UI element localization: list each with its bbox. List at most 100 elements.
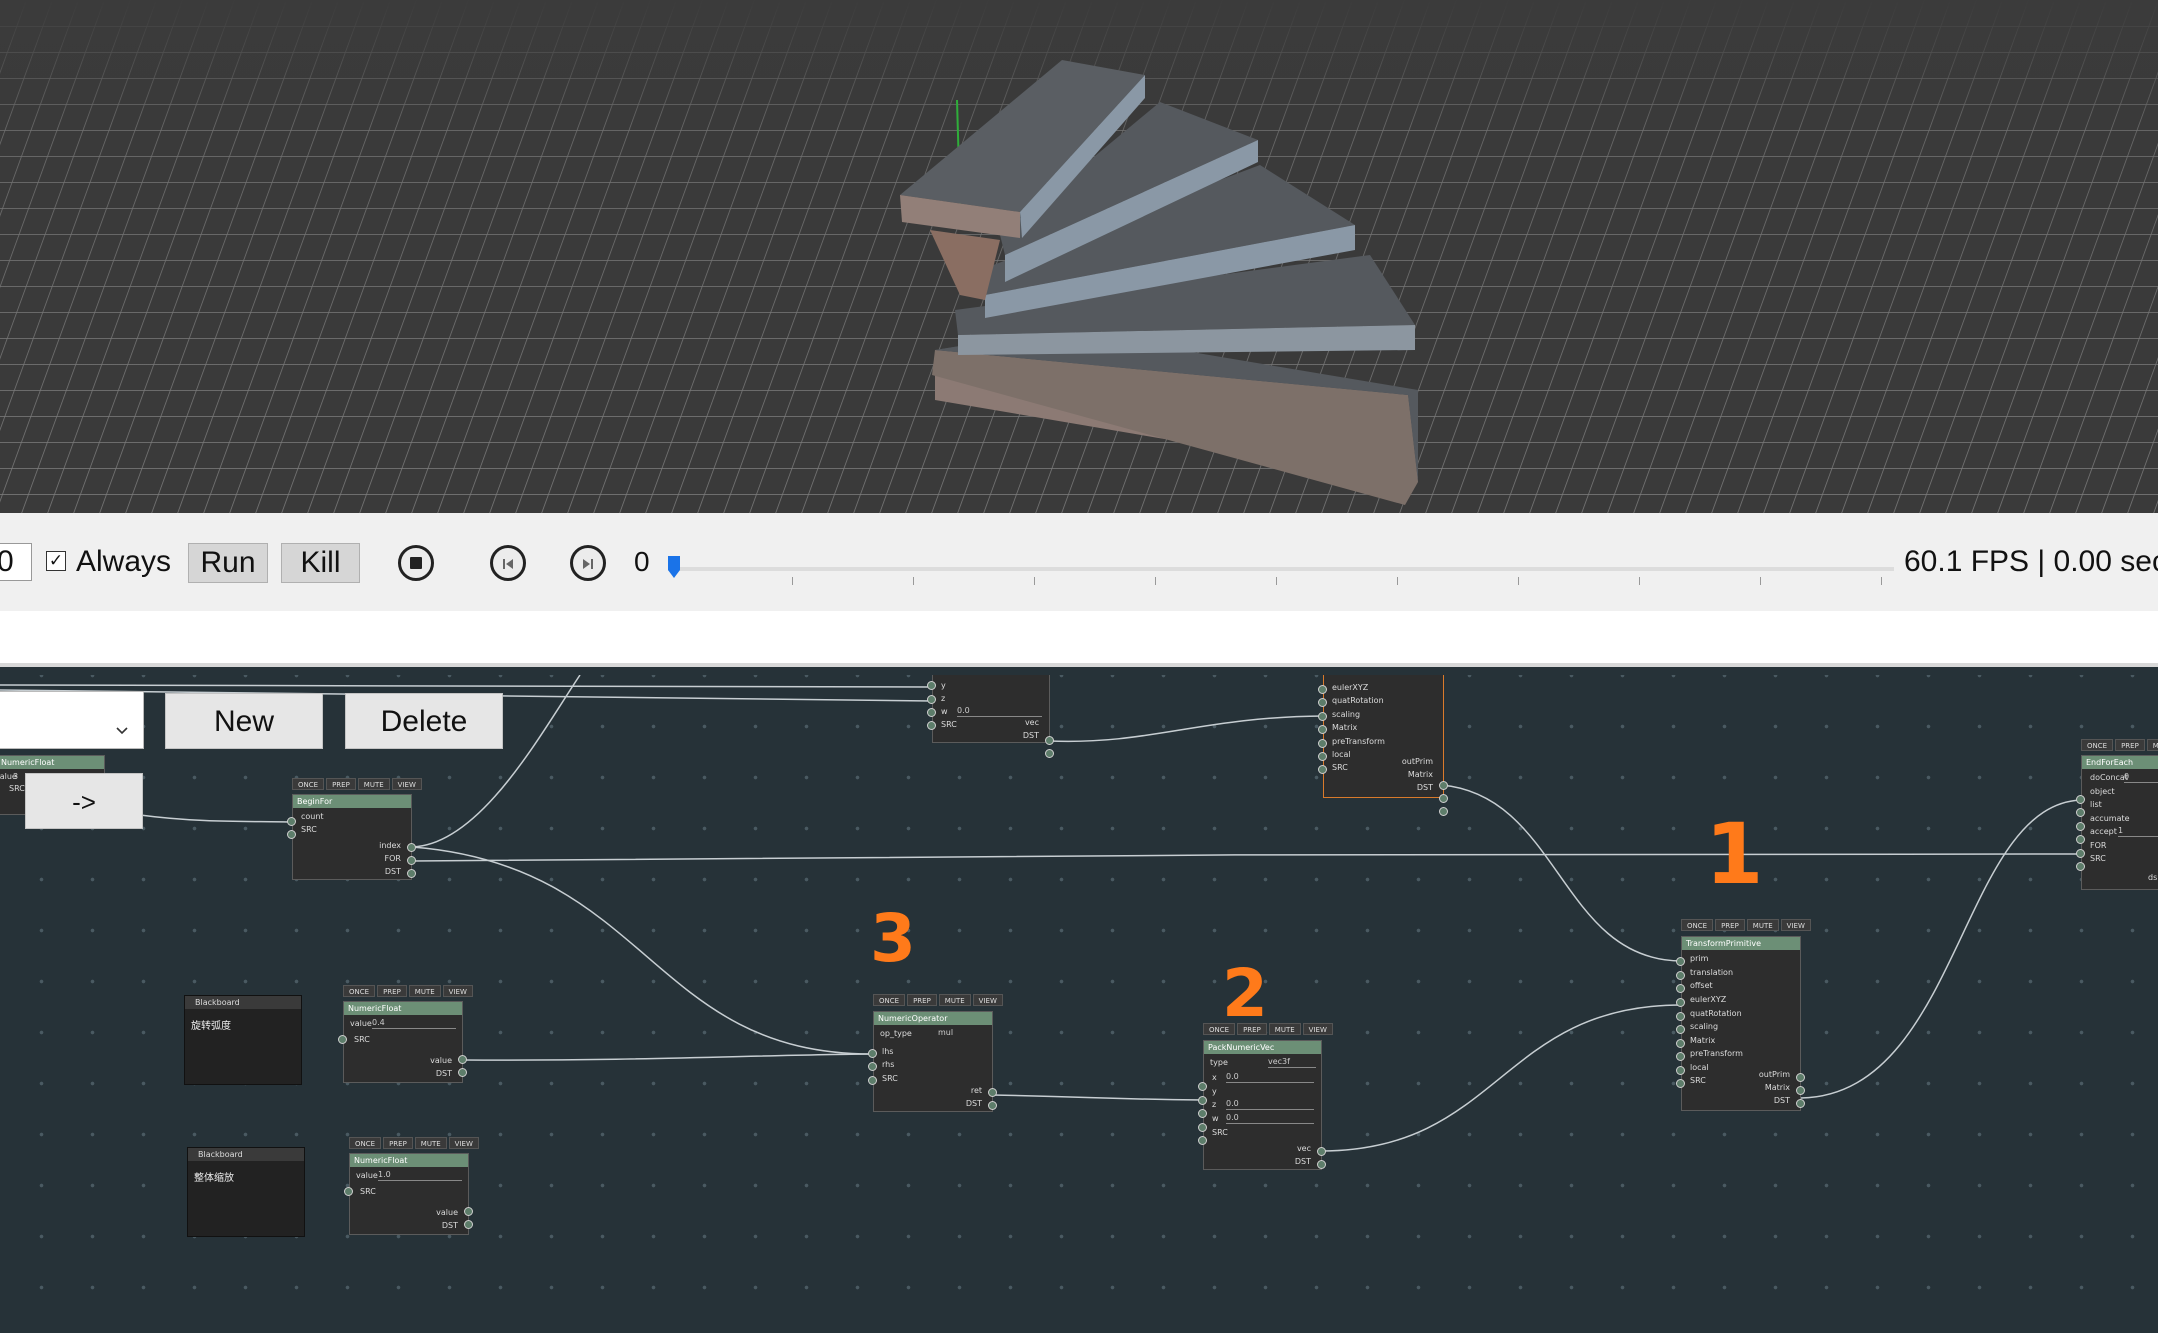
socket[interactable] <box>407 869 416 878</box>
op-type-select[interactable]: mul <box>938 1028 988 1038</box>
run-button[interactable]: Run <box>188 543 268 583</box>
socket[interactable] <box>927 681 936 690</box>
socket[interactable] <box>1796 1073 1805 1082</box>
socket[interactable] <box>1198 1109 1207 1118</box>
tab-once[interactable]: ONCE <box>349 1137 382 1149</box>
socket[interactable] <box>1676 1079 1685 1088</box>
socket[interactable] <box>1045 749 1054 758</box>
socket[interactable] <box>1676 1012 1685 1021</box>
node-numericoperator[interactable]: NumericOperator op_type mul lhs rhs SRC … <box>873 1011 993 1112</box>
field-w[interactable]: 0.0 <box>1226 1113 1314 1124</box>
socket[interactable] <box>1318 685 1327 694</box>
socket[interactable] <box>1676 1025 1685 1034</box>
socket[interactable] <box>927 708 936 717</box>
tab-prep[interactable]: PREP <box>326 778 356 790</box>
socket[interactable] <box>2076 849 2085 858</box>
socket[interactable] <box>458 1055 467 1064</box>
timeline-marker[interactable] <box>668 556 680 578</box>
socket[interactable] <box>1796 1086 1805 1095</box>
tab-mute[interactable]: MUTE <box>938 994 971 1006</box>
node-endforeach[interactable]: EndForEach doConcat 0 object list accuma… <box>2081 755 2158 890</box>
stop-button[interactable] <box>398 545 434 581</box>
socket[interactable] <box>1318 712 1327 721</box>
socket[interactable] <box>2076 862 2085 871</box>
socket[interactable] <box>2076 808 2085 817</box>
command-bar[interactable] <box>0 611 2158 667</box>
socket[interactable] <box>2076 822 2085 831</box>
tab-prep[interactable]: PREP <box>377 985 407 997</box>
tab-view[interactable]: VIEW <box>1302 1023 1333 1035</box>
socket[interactable] <box>1198 1123 1207 1132</box>
socket[interactable] <box>1318 765 1327 774</box>
socket[interactable] <box>1198 1136 1207 1145</box>
node-packnumericvec[interactable]: PackNumericVec type vec3f x 0.0 y z 0.0 … <box>1203 1040 1322 1170</box>
tab-once[interactable]: ONCE <box>873 994 906 1006</box>
timeline-slider[interactable] <box>668 553 1894 587</box>
socket[interactable] <box>1796 1099 1805 1108</box>
socket[interactable] <box>1676 1052 1685 1061</box>
new-graph-button[interactable]: New <box>165 693 323 749</box>
socket[interactable] <box>1676 957 1685 966</box>
tab-view[interactable]: VIEW <box>391 778 422 790</box>
node-packvec-top[interactable]: y z w 0.0 SRC vec DST <box>932 675 1050 743</box>
socket[interactable] <box>868 1076 877 1085</box>
tab-mute[interactable]: MUTE <box>1268 1023 1301 1035</box>
field-accept[interactable]: 1 <box>2118 826 2158 837</box>
socket[interactable] <box>988 1088 997 1097</box>
tab-view[interactable]: VIEW <box>1780 919 1811 931</box>
socket[interactable] <box>1317 1160 1326 1169</box>
socket[interactable] <box>1318 752 1327 761</box>
socket[interactable] <box>1198 1082 1207 1091</box>
socket[interactable] <box>464 1207 473 1216</box>
socket[interactable] <box>868 1062 877 1071</box>
type-select[interactable]: vec3f <box>1268 1057 1316 1068</box>
tab-prep[interactable]: PREP <box>907 994 937 1006</box>
tab-view[interactable]: VIEW <box>972 994 1003 1006</box>
socket[interactable] <box>1439 807 1448 816</box>
field-doconcat[interactable]: 0 <box>2124 772 2158 783</box>
socket[interactable] <box>1317 1147 1326 1156</box>
delete-graph-button[interactable]: Delete <box>345 693 503 749</box>
socket[interactable] <box>1198 1096 1207 1105</box>
socket[interactable] <box>458 1068 467 1077</box>
field-z[interactable]: 0.0 <box>1226 1099 1314 1110</box>
socket[interactable] <box>1676 971 1685 980</box>
next-frame-button[interactable] <box>570 545 606 581</box>
socket[interactable] <box>464 1220 473 1229</box>
field-value[interactable]: 0.4 <box>372 1018 456 1029</box>
blackboard-rotation[interactable]: Blackboard 旋转弧度 <box>184 995 302 1085</box>
node-graph-editor[interactable]: New Delete NumericFloat value 3 SRC -> O… <box>0 675 2158 1333</box>
kill-button[interactable]: Kill <box>281 543 360 583</box>
tab-mute[interactable]: MUTE <box>408 985 441 997</box>
tab-once[interactable]: ONCE <box>1681 919 1714 931</box>
socket[interactable] <box>2076 795 2085 804</box>
socket[interactable] <box>344 1187 353 1196</box>
socket[interactable] <box>1318 725 1327 734</box>
socket[interactable] <box>287 817 296 826</box>
tab-prep[interactable]: PREP <box>1715 919 1745 931</box>
socket[interactable] <box>287 830 296 839</box>
3d-viewport[interactable] <box>0 0 2158 513</box>
tab-mute[interactable]: MUTE <box>414 1137 447 1149</box>
tab-mute[interactable]: MUTE <box>357 778 390 790</box>
field-value[interactable]: 1.0 <box>378 1170 462 1181</box>
socket[interactable] <box>1676 1066 1685 1075</box>
socket[interactable] <box>1676 984 1685 993</box>
tab-mute[interactable]: MUTE <box>1746 919 1779 931</box>
socket[interactable] <box>338 1035 347 1044</box>
node-numericfloat-a[interactable]: NumericFloat value 0.4 SRC value DST <box>343 1001 463 1083</box>
tab-view[interactable]: VIEW <box>448 1137 479 1149</box>
tab-once[interactable]: ONCE <box>292 778 325 790</box>
tab-once[interactable]: ONCE <box>2081 739 2114 751</box>
tab-mute[interactable]: MUTE <box>2146 739 2158 751</box>
socket[interactable] <box>868 1049 877 1058</box>
socket[interactable] <box>2076 835 2085 844</box>
tab-prep[interactable]: PREP <box>2115 739 2145 751</box>
graph-select[interactable] <box>0 691 144 749</box>
node-beginfor[interactable]: BeginFor count SRC index FOR DST <box>292 794 412 880</box>
tab-once[interactable]: ONCE <box>343 985 376 997</box>
field-w[interactable]: 0.0 <box>957 706 1042 717</box>
socket[interactable] <box>1676 1039 1685 1048</box>
socket[interactable] <box>927 695 936 704</box>
node-transformprimitive[interactable]: TransformPrimitive prim translation offs… <box>1681 936 1801 1111</box>
